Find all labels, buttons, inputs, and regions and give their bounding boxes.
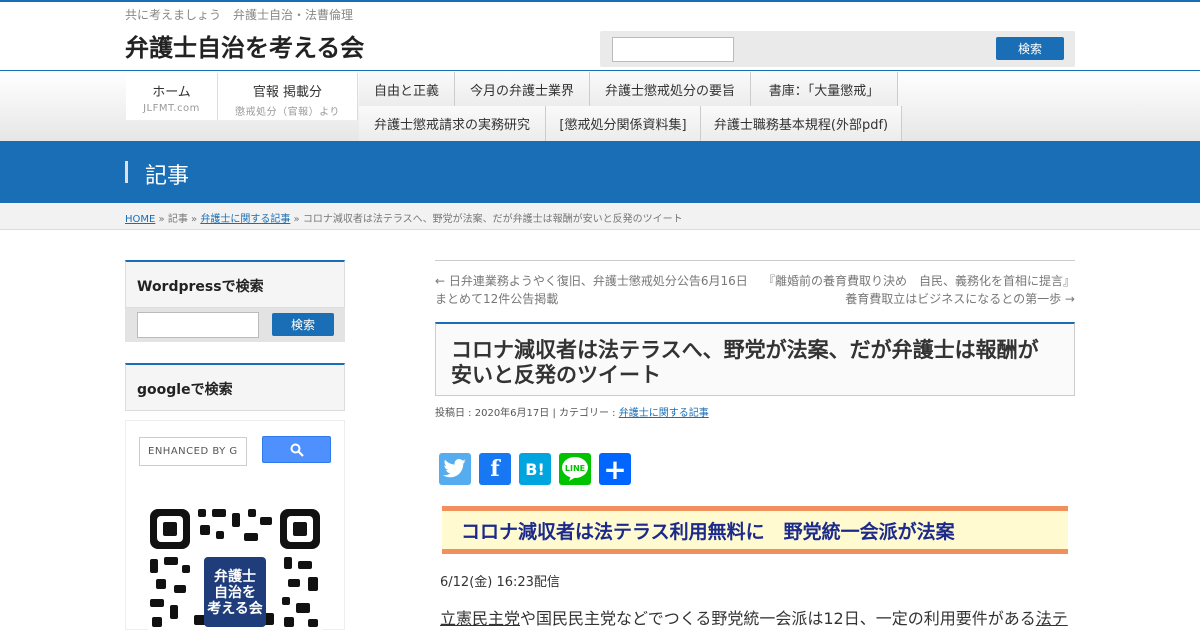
page-title: 記事 [145,164,190,189]
post-meta: 投稿日 : 2020年6月17日 | カテゴリー : 弁護士に関する記事 [435,404,709,419]
svg-text:自治を: 自治を [214,584,256,601]
header-search-input[interactable] [612,37,734,62]
nav-shiryoushu[interactable]: [懲戒処分関係資料集] [546,106,701,142]
breadcrumb-band: HOME » 記事 » 弁護士に関する記事 » コロナ減収者は法テラスへ、野党が… [0,203,1200,230]
page-title-band: 記事 [0,141,1200,203]
post-nav-rule [435,260,1075,261]
svg-text:考える会: 考える会 [207,600,264,617]
article-dateline: 6/12(金) 16:23配信 [440,575,560,590]
wp-search-form: 検索 [125,308,345,342]
header-search-button[interactable]: 検索 [996,37,1064,60]
line-icon: LINE [562,457,588,481]
breadcrumb-current: コロナ減収者は法テラスへ、野党が法案、だが弁護士は報酬が安いと反発のツイート [302,214,683,225]
breadcrumb-category[interactable]: 弁護士に関する記事 [200,214,290,225]
wp-search-title: Wordpressで検索 [137,279,264,295]
hatena-bookmark-icon: B! [525,459,545,479]
share-line-button[interactable]: LINE [559,453,591,485]
article-body: 立憲民主党や国民民主党などでつくる野党統一会派は12日、一定の利用要件がある法テ [440,605,1080,629]
article-headline: コロナ減収者は法テラス利用無料に 野党統一会派が法案 [442,506,1068,554]
nav-shoko[interactable]: 書庫：「大量懲戒」 [751,72,898,108]
nav-kanpo-label: 官報 掲載分 [252,85,323,100]
svg-text:弁護士: 弁護士 [214,568,256,585]
site-title[interactable]: 弁護士自治を考える会 [125,28,364,63]
facebook-icon: f [490,456,500,482]
google-search-widget-title: googleで検索 [125,363,345,411]
nav-home-sub: JLFMT.com [143,103,200,114]
breadcrumb: HOME » 記事 » 弁護士に関する記事 » コロナ減収者は法テラスへ、野党が… [125,210,683,225]
wp-search-widget-title: Wordpressで検索 [125,260,345,308]
breadcrumb-sep: » [293,214,300,225]
nav-home[interactable]: ホーム JLFMT.com [126,73,218,120]
share-plus-icon: + [603,452,627,486]
qr-code-image: 弁護士 自治を 考える会 [148,507,322,630]
google-search-button[interactable] [262,436,331,463]
body-link-houterasu[interactable]: 法テ [1036,609,1068,628]
share-hatena-button[interactable]: B! [519,453,551,485]
search-icon [290,443,304,457]
twitter-icon [443,459,466,478]
site-header: 共に考えましょう 弁護士自治・法曹倫理 弁護士自治を考える会 検索 [0,0,1200,72]
post-meta-date: 投稿日 : 2020年6月17日 | カテゴリー : [435,408,619,419]
prev-post-link[interactable]: ← 日弁連業務ようやく復旧、弁護士懲戒処分公告6月16日まとめて12件公告掲載 [435,272,755,308]
body-link-rikken[interactable]: 立憲民主党 [440,609,520,628]
breadcrumb-articles: 記事 [167,214,188,225]
body-text: や国民民主党などでつくる野党統一会派は12日、一定の利用要件がある [520,609,1036,628]
breadcrumb-sep: » [158,214,165,225]
share-twitter-button[interactable] [439,453,471,485]
post-category-link[interactable]: 弁護士に関する記事 [619,408,709,419]
next-post-link[interactable]: 『離婚前の養育費取り決め 自民、義務化を首相に提言』養育費取立はビジネスになると… [755,272,1075,308]
nav-kongetsu[interactable]: 今月の弁護士業界 [455,72,590,108]
nav-kanpo-sub: 懲戒処分（官報）より [235,107,340,118]
wp-search-button[interactable]: 検索 [272,313,334,336]
nav-kitei-pdf[interactable]: 弁護士職務基本規程(外部pdf) [701,106,902,142]
nav-jitsumu-kenkyu[interactable]: 弁護士懲戒請求の実務研究 [359,106,546,142]
share-facebook-button[interactable]: f [479,453,511,485]
nav-home-label: ホーム [152,85,191,100]
post-title: コロナ減収者は法テラスへ、野党が法案、だが弁護士は報酬が安いと反発のツイート [435,322,1075,396]
breadcrumb-sep: » [191,214,198,225]
nav-choukai-youshi[interactable]: 弁護士懲戒処分の要旨 [590,72,751,108]
svg-text:LINE: LINE [565,464,585,473]
header-search: 検索 [600,31,1075,67]
google-search-input[interactable]: ENHANCED BY G [139,437,247,466]
title-accent-bar [125,161,128,183]
wp-search-input[interactable] [137,312,259,338]
nav-jiyu-to-seigi[interactable]: 自由と正義 [359,72,455,108]
site-tagline: 共に考えましょう 弁護士自治・法曹倫理 [125,8,354,22]
nav-kanpo[interactable]: 官報 掲載分 懲戒処分（官報）より [218,73,358,120]
breadcrumb-home[interactable]: HOME [125,214,155,225]
google-search-title: googleで検索 [137,382,233,398]
share-more-button[interactable]: + [599,452,631,486]
